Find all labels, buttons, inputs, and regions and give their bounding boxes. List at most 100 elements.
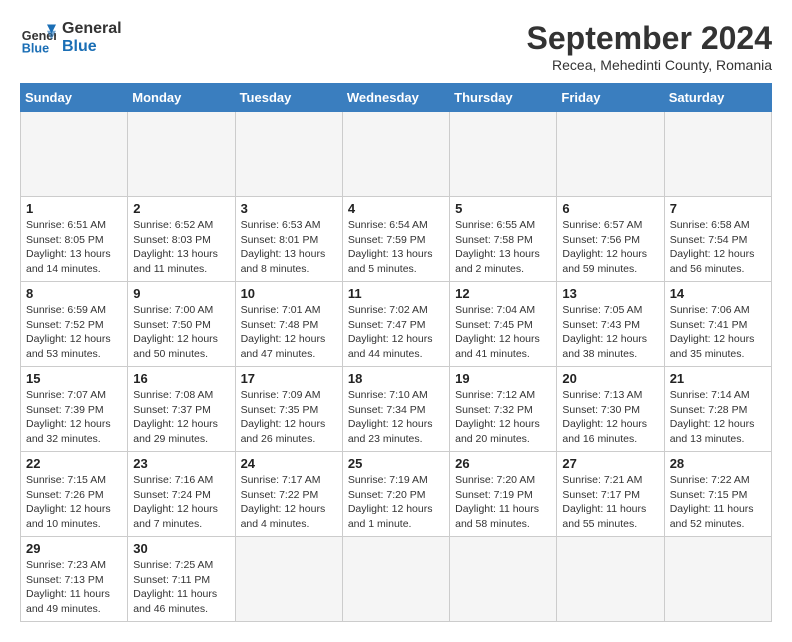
- calendar-subtitle: Recea, Mehedinti County, Romania: [527, 57, 772, 73]
- empty-cell: [235, 112, 342, 197]
- day-info: Sunrise: 7:05 AM Sunset: 7:43 PM Dayligh…: [562, 303, 658, 362]
- table-row: 25 Sunrise: 7:19 AM Sunset: 7:20 PM Dayl…: [342, 452, 449, 537]
- empty-cell: [128, 112, 235, 197]
- table-row: 20 Sunrise: 7:13 AM Sunset: 7:30 PM Dayl…: [557, 367, 664, 452]
- table-row: 6 Sunrise: 6:57 AM Sunset: 7:56 PM Dayli…: [557, 197, 664, 282]
- day-number: 22: [26, 456, 122, 471]
- day-number: 27: [562, 456, 658, 471]
- day-number: 25: [348, 456, 444, 471]
- logo-general: General: [62, 20, 122, 38]
- table-row: 14 Sunrise: 7:06 AM Sunset: 7:41 PM Dayl…: [664, 282, 771, 367]
- day-number: 18: [348, 371, 444, 386]
- calendar-title: September 2024: [527, 20, 772, 57]
- day-info: Sunrise: 7:06 AM Sunset: 7:41 PM Dayligh…: [670, 303, 766, 362]
- day-number: 30: [133, 541, 229, 556]
- empty-cell: [342, 112, 449, 197]
- col-tuesday: Tuesday: [235, 84, 342, 112]
- table-row: 22 Sunrise: 7:15 AM Sunset: 7:26 PM Dayl…: [21, 452, 128, 537]
- table-row: 30 Sunrise: 7:25 AM Sunset: 7:11 PM Dayl…: [128, 537, 235, 622]
- empty-cell: [557, 112, 664, 197]
- table-row: 4 Sunrise: 6:54 AM Sunset: 7:59 PM Dayli…: [342, 197, 449, 282]
- day-number: 8: [26, 286, 122, 301]
- table-row: 29 Sunrise: 7:23 AM Sunset: 7:13 PM Dayl…: [21, 537, 128, 622]
- col-sunday: Sunday: [21, 84, 128, 112]
- day-info: Sunrise: 7:22 AM Sunset: 7:15 PM Dayligh…: [670, 473, 766, 532]
- table-row: 27 Sunrise: 7:21 AM Sunset: 7:17 PM Dayl…: [557, 452, 664, 537]
- table-row: 23 Sunrise: 7:16 AM Sunset: 7:24 PM Dayl…: [128, 452, 235, 537]
- day-number: 6: [562, 201, 658, 216]
- day-info: Sunrise: 7:23 AM Sunset: 7:13 PM Dayligh…: [26, 558, 122, 617]
- day-info: Sunrise: 7:20 AM Sunset: 7:19 PM Dayligh…: [455, 473, 551, 532]
- empty-cell: [342, 537, 449, 622]
- day-info: Sunrise: 7:09 AM Sunset: 7:35 PM Dayligh…: [241, 388, 337, 447]
- day-number: 21: [670, 371, 766, 386]
- table-row: 24 Sunrise: 7:17 AM Sunset: 7:22 PM Dayl…: [235, 452, 342, 537]
- table-row: 15 Sunrise: 7:07 AM Sunset: 7:39 PM Dayl…: [21, 367, 128, 452]
- empty-cell: [664, 537, 771, 622]
- logo-blue: Blue: [62, 38, 122, 56]
- empty-cell: [235, 537, 342, 622]
- day-info: Sunrise: 6:53 AM Sunset: 8:01 PM Dayligh…: [241, 218, 337, 277]
- calendar-week-row: 22 Sunrise: 7:15 AM Sunset: 7:26 PM Dayl…: [21, 452, 772, 537]
- calendar-header-row: Sunday Monday Tuesday Wednesday Thursday…: [21, 84, 772, 112]
- day-number: 15: [26, 371, 122, 386]
- col-friday: Friday: [557, 84, 664, 112]
- day-number: 28: [670, 456, 766, 471]
- col-wednesday: Wednesday: [342, 84, 449, 112]
- table-row: 12 Sunrise: 7:04 AM Sunset: 7:45 PM Dayl…: [450, 282, 557, 367]
- table-row: 10 Sunrise: 7:01 AM Sunset: 7:48 PM Dayl…: [235, 282, 342, 367]
- table-row: 8 Sunrise: 6:59 AM Sunset: 7:52 PM Dayli…: [21, 282, 128, 367]
- empty-cell: [21, 112, 128, 197]
- page-header: General Blue General Blue September 2024…: [20, 20, 772, 73]
- day-number: 17: [241, 371, 337, 386]
- day-number: 5: [455, 201, 551, 216]
- day-number: 14: [670, 286, 766, 301]
- table-row: 16 Sunrise: 7:08 AM Sunset: 7:37 PM Dayl…: [128, 367, 235, 452]
- day-info: Sunrise: 7:17 AM Sunset: 7:22 PM Dayligh…: [241, 473, 337, 532]
- day-number: 7: [670, 201, 766, 216]
- day-info: Sunrise: 7:12 AM Sunset: 7:32 PM Dayligh…: [455, 388, 551, 447]
- table-row: 5 Sunrise: 6:55 AM Sunset: 7:58 PM Dayli…: [450, 197, 557, 282]
- day-info: Sunrise: 7:21 AM Sunset: 7:17 PM Dayligh…: [562, 473, 658, 532]
- day-number: 12: [455, 286, 551, 301]
- table-row: 3 Sunrise: 6:53 AM Sunset: 8:01 PM Dayli…: [235, 197, 342, 282]
- day-number: 11: [348, 286, 444, 301]
- day-number: 4: [348, 201, 444, 216]
- day-number: 16: [133, 371, 229, 386]
- day-info: Sunrise: 7:08 AM Sunset: 7:37 PM Dayligh…: [133, 388, 229, 447]
- day-info: Sunrise: 7:07 AM Sunset: 7:39 PM Dayligh…: [26, 388, 122, 447]
- logo: General Blue General Blue: [20, 20, 122, 56]
- day-info: Sunrise: 6:59 AM Sunset: 7:52 PM Dayligh…: [26, 303, 122, 362]
- day-info: Sunrise: 7:04 AM Sunset: 7:45 PM Dayligh…: [455, 303, 551, 362]
- day-info: Sunrise: 6:51 AM Sunset: 8:05 PM Dayligh…: [26, 218, 122, 277]
- day-info: Sunrise: 7:14 AM Sunset: 7:28 PM Dayligh…: [670, 388, 766, 447]
- col-thursday: Thursday: [450, 84, 557, 112]
- table-row: 2 Sunrise: 6:52 AM Sunset: 8:03 PM Dayli…: [128, 197, 235, 282]
- empty-cell: [450, 537, 557, 622]
- table-row: 26 Sunrise: 7:20 AM Sunset: 7:19 PM Dayl…: [450, 452, 557, 537]
- day-number: 10: [241, 286, 337, 301]
- calendar-week-row: 15 Sunrise: 7:07 AM Sunset: 7:39 PM Dayl…: [21, 367, 772, 452]
- table-row: 7 Sunrise: 6:58 AM Sunset: 7:54 PM Dayli…: [664, 197, 771, 282]
- table-row: 13 Sunrise: 7:05 AM Sunset: 7:43 PM Dayl…: [557, 282, 664, 367]
- day-info: Sunrise: 6:52 AM Sunset: 8:03 PM Dayligh…: [133, 218, 229, 277]
- day-info: Sunrise: 6:58 AM Sunset: 7:54 PM Dayligh…: [670, 218, 766, 277]
- day-number: 3: [241, 201, 337, 216]
- table-row: 19 Sunrise: 7:12 AM Sunset: 7:32 PM Dayl…: [450, 367, 557, 452]
- day-number: 2: [133, 201, 229, 216]
- day-info: Sunrise: 7:16 AM Sunset: 7:24 PM Dayligh…: [133, 473, 229, 532]
- day-info: Sunrise: 7:19 AM Sunset: 7:20 PM Dayligh…: [348, 473, 444, 532]
- day-info: Sunrise: 7:15 AM Sunset: 7:26 PM Dayligh…: [26, 473, 122, 532]
- calendar-week-row: 1 Sunrise: 6:51 AM Sunset: 8:05 PM Dayli…: [21, 197, 772, 282]
- calendar-week-row: 29 Sunrise: 7:23 AM Sunset: 7:13 PM Dayl…: [21, 537, 772, 622]
- day-info: Sunrise: 7:01 AM Sunset: 7:48 PM Dayligh…: [241, 303, 337, 362]
- table-row: 21 Sunrise: 7:14 AM Sunset: 7:28 PM Dayl…: [664, 367, 771, 452]
- day-number: 29: [26, 541, 122, 556]
- day-info: Sunrise: 6:55 AM Sunset: 7:58 PM Dayligh…: [455, 218, 551, 277]
- day-info: Sunrise: 7:25 AM Sunset: 7:11 PM Dayligh…: [133, 558, 229, 617]
- day-number: 1: [26, 201, 122, 216]
- day-info: Sunrise: 7:02 AM Sunset: 7:47 PM Dayligh…: [348, 303, 444, 362]
- calendar-week-row: [21, 112, 772, 197]
- day-info: Sunrise: 6:57 AM Sunset: 7:56 PM Dayligh…: [562, 218, 658, 277]
- table-row: 18 Sunrise: 7:10 AM Sunset: 7:34 PM Dayl…: [342, 367, 449, 452]
